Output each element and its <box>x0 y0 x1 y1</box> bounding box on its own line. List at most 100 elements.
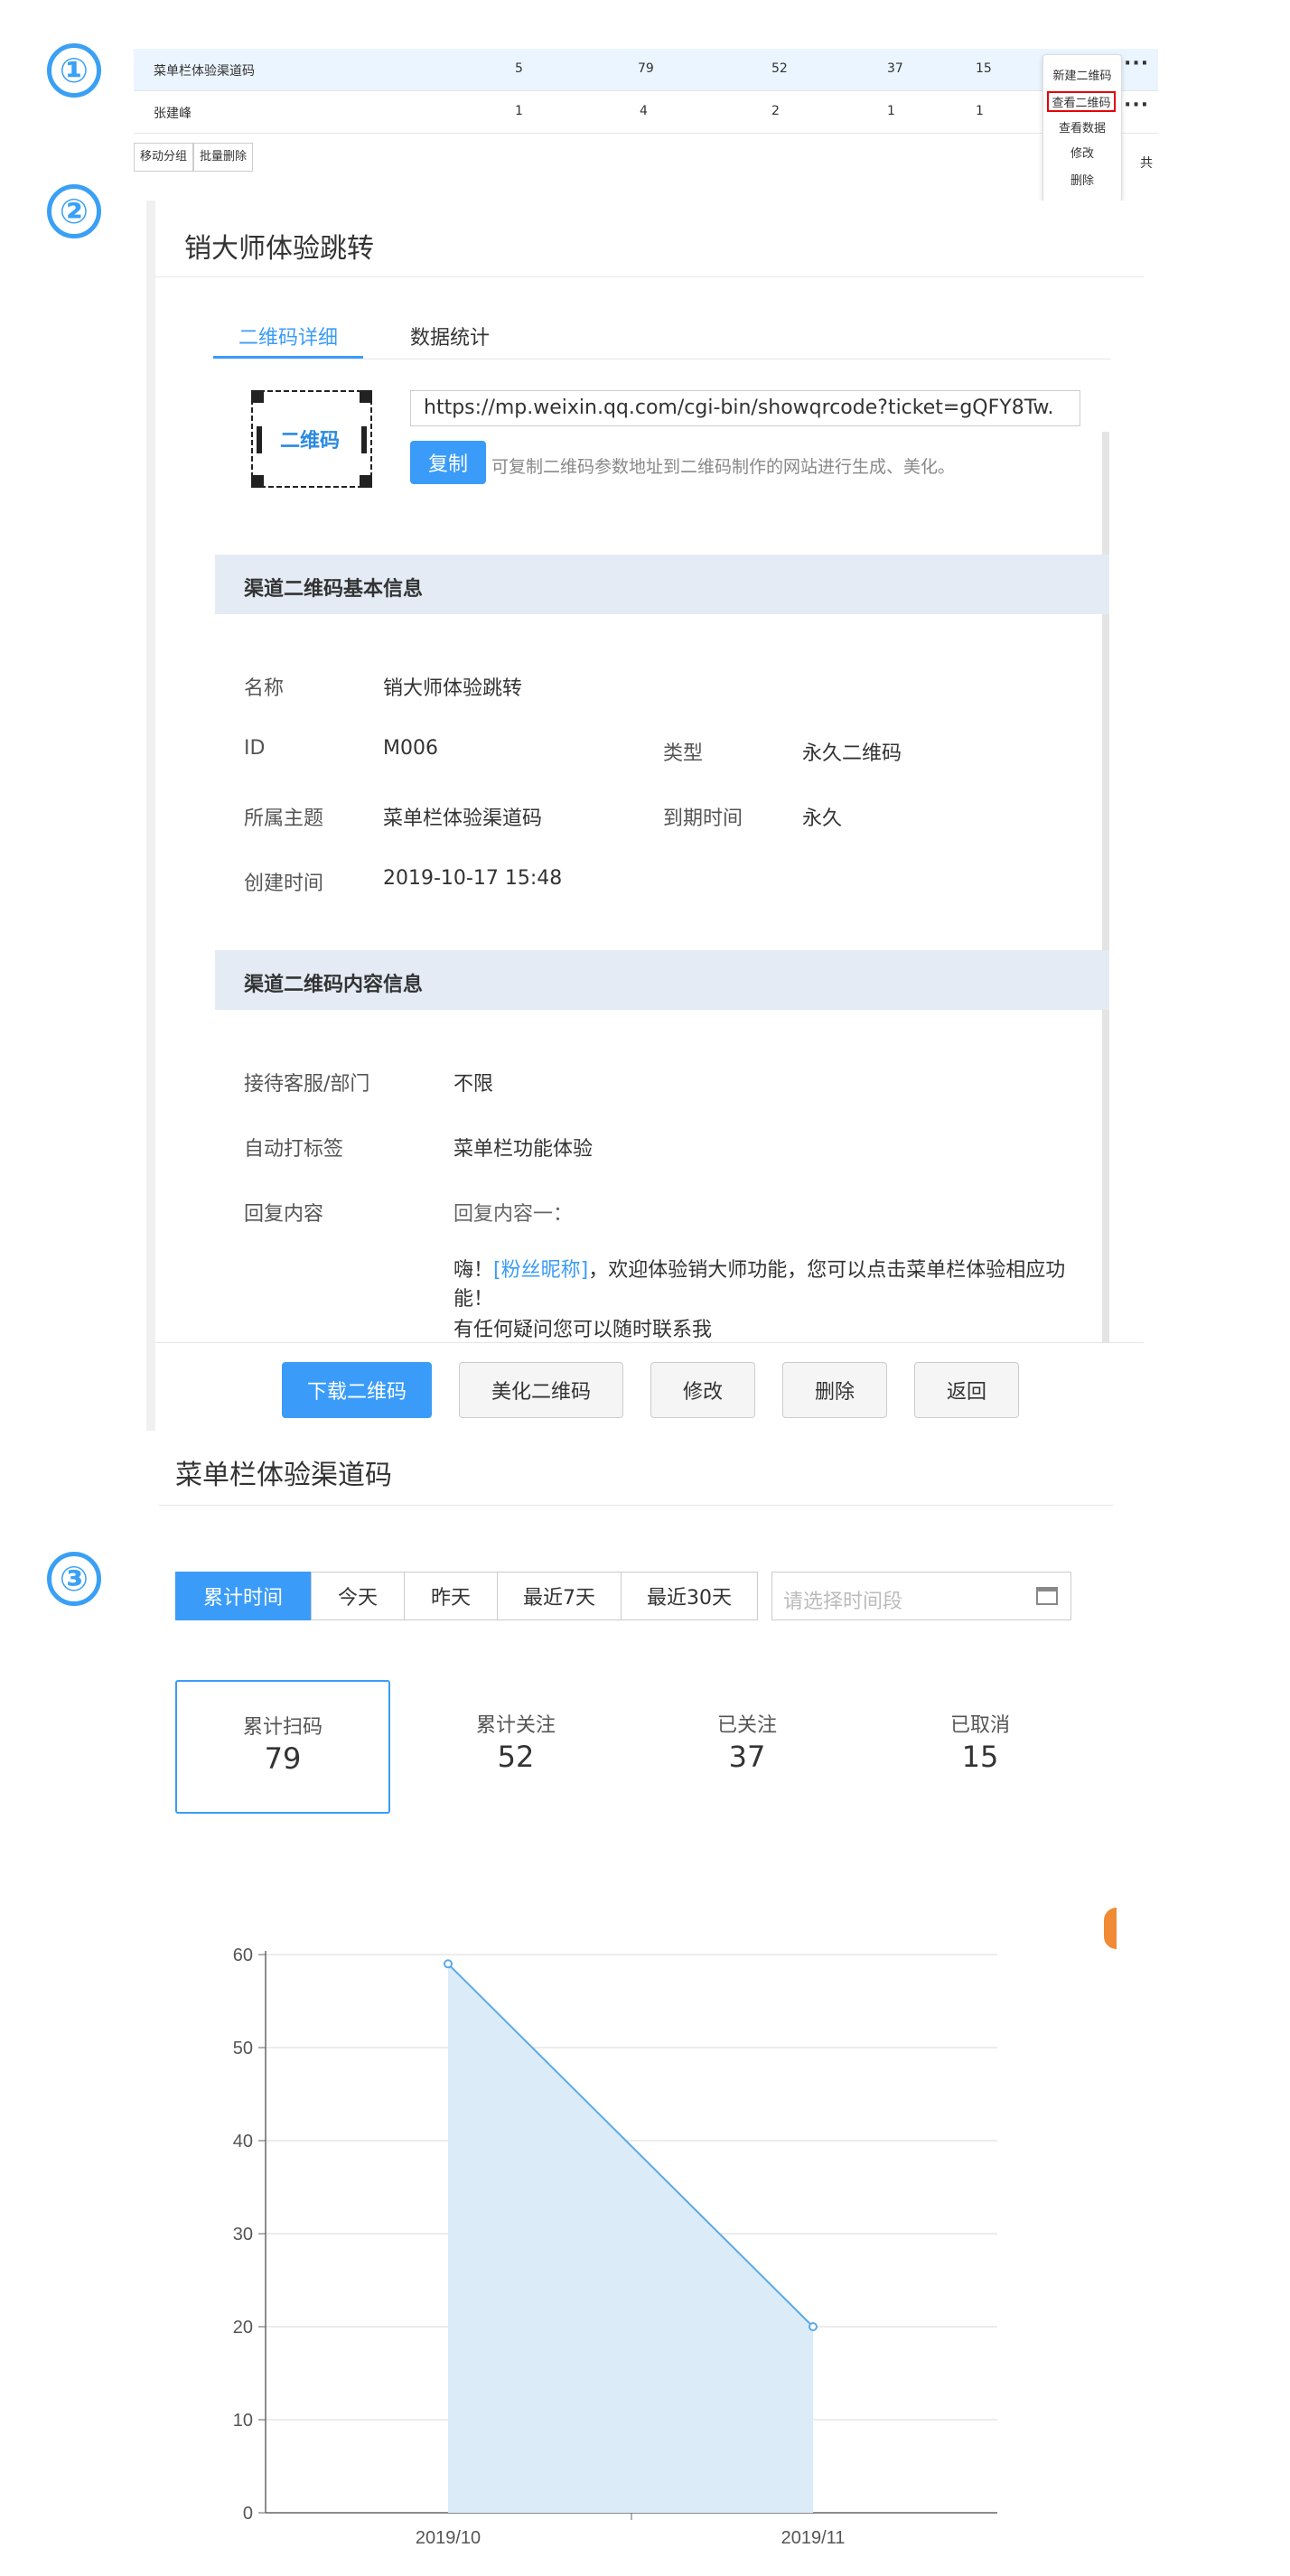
range-7-days[interactable]: 最近7天 <box>497 1572 622 1620</box>
stat-label: 累计关注 <box>475 1714 556 1737</box>
row-cell: 15 <box>976 61 992 76</box>
edit-button[interactable]: 修改 <box>650 1362 755 1418</box>
reply-body: ，欢迎体验销大师功能，您可以点击菜单栏体验相应功 <box>588 1259 1066 1282</box>
content-info-header-text: 渠道二维码内容信息 <box>244 974 424 996</box>
topic-value: 菜单栏体验渠道码 <box>383 807 543 830</box>
ellipsis-icon[interactable]: ··· <box>1124 52 1149 75</box>
step-3-number: ③ <box>59 1559 89 1599</box>
pagination-total-text: 共 <box>1140 156 1153 171</box>
id-label: ID <box>244 737 266 760</box>
floating-widget[interactable] <box>1104 1908 1117 1949</box>
row-cell: 1 <box>515 104 523 118</box>
basic-info-header: 渠道二维码基本信息 <box>215 555 1109 614</box>
name-value: 销大师体验跳转 <box>383 677 523 700</box>
type-label: 类型 <box>663 742 704 765</box>
y-tick-label: 0 <box>243 2504 253 2524</box>
y-tick-label: 10 <box>233 2411 253 2431</box>
range-yesterday[interactable]: 昨天 <box>404 1572 498 1620</box>
x-tick-label: 2019/11 <box>781 2528 846 2548</box>
reply-text-line3: 有任何疑问您可以随时联系我 <box>453 1319 713 1341</box>
auto-tag-label: 自动打标签 <box>244 1138 344 1161</box>
page-title: 销大师体验跳转 <box>184 233 374 265</box>
stat-label: 已取消 <box>949 1714 1010 1737</box>
y-tick-label: 60 <box>233 1946 253 1965</box>
delete-button[interactable]: 删除 <box>782 1362 887 1418</box>
y-tick-label: 50 <box>233 2039 253 2058</box>
stat-value: 52 <box>497 1740 535 1774</box>
stat-card-cancelled[interactable]: 已取消 15 <box>873 1680 1088 1814</box>
date-range-picker[interactable]: 请选择时间段 <box>771 1572 1071 1620</box>
reply-title: 回复内容一： <box>453 1203 574 1226</box>
menu-item-edit[interactable]: 修改 <box>1043 144 1121 161</box>
agent-label: 接待客服/部门 <box>244 1073 370 1096</box>
y-tick-label: 40 <box>233 2132 253 2151</box>
menu-item-view-qr[interactable]: 查看二维码 <box>1047 91 1116 112</box>
range-cumulative[interactable]: 累计时间 <box>175 1572 311 1620</box>
ellipsis-icon[interactable]: ··· <box>1124 94 1149 117</box>
row-actions-dropdown: 新建二维码 查看二维码 查看数据 修改 删除 <box>1042 54 1122 202</box>
topic-label: 所属主题 <box>244 807 324 830</box>
row-cell: 79 <box>638 61 654 76</box>
row-cell: 1 <box>887 104 895 118</box>
reply-greeting: 嗨！ <box>453 1259 494 1282</box>
stat-card-followed[interactable]: 已关注 37 <box>640 1680 855 1814</box>
reply-text-line2: 能！ <box>453 1288 494 1311</box>
menu-item-new-qr[interactable]: 新建二维码 <box>1043 66 1121 83</box>
step-3-marker: ③ <box>47 1552 101 1606</box>
table-row[interactable]: 张建峰 1 4 2 1 1 <box>134 90 1158 134</box>
name-label: 名称 <box>244 677 285 700</box>
data-point <box>809 2322 818 2331</box>
basic-info-header-text: 渠道二维码基本信息 <box>244 578 424 601</box>
stats-title: 菜单栏体验渠道码 <box>175 1460 392 1491</box>
download-qr-button[interactable]: 下载二维码 <box>282 1362 432 1418</box>
stat-value: 79 <box>264 1741 302 1776</box>
reply-text-line1: 嗨！[粉丝昵称]，欢迎体验销大师功能，您可以点击菜单栏体验相应功 <box>453 1254 1086 1283</box>
step-2-marker: ② <box>47 184 101 238</box>
row-cell: 2 <box>771 104 780 118</box>
step-2-number: ② <box>59 191 89 231</box>
beautify-qr-button[interactable]: 美化二维码 <box>459 1362 623 1418</box>
stat-value: 37 <box>728 1740 766 1774</box>
fan-nickname-link[interactable]: [粉丝昵称] <box>493 1259 588 1282</box>
back-button[interactable]: 返回 <box>914 1362 1019 1418</box>
agent-value: 不限 <box>453 1073 494 1096</box>
content-info-header: 渠道二维码内容信息 <box>215 950 1109 1010</box>
row-cell: 5 <box>515 61 523 76</box>
row-cell: 37 <box>887 61 903 76</box>
table-row[interactable]: 菜单栏体验渠道码 5 79 52 37 15 <box>134 49 1158 90</box>
reply-label: 回复内容 <box>244 1203 324 1226</box>
row-name: 菜单栏体验渠道码 <box>154 64 255 79</box>
copy-button[interactable]: 复制 <box>410 441 486 484</box>
move-group-button[interactable]: 移动分组 <box>134 143 194 172</box>
created-label: 创建时间 <box>244 873 324 895</box>
x-tick-label: 2019/10 <box>416 2528 481 2548</box>
date-range-placeholder: 请选择时间段 <box>783 1591 903 1613</box>
qr-label: 二维码 <box>280 430 341 453</box>
title-divider <box>155 276 1144 277</box>
y-tick-label: 30 <box>233 2225 253 2245</box>
id-value: M006 <box>383 737 438 760</box>
batch-delete-button[interactable]: 批量删除 <box>193 143 254 172</box>
calendar-icon[interactable] <box>1036 1587 1058 1605</box>
menu-item-view-data[interactable]: 查看数据 <box>1043 118 1121 135</box>
tab-qr-detail[interactable]: 二维码详细 <box>238 322 338 350</box>
row-cell: 1 <box>976 104 984 118</box>
expire-value: 永久 <box>802 807 843 830</box>
created-value: 2019-10-17 15:48 <box>383 867 563 890</box>
qr-url-field[interactable]: https://mp.weixin.qq.com/cgi-bin/showqrc… <box>410 390 1080 426</box>
copy-hint: 可复制二维码参数地址到二维码制作的网站进行生成、美化。 <box>491 457 956 477</box>
step-1-number: ① <box>59 51 89 90</box>
auto-tag-value: 菜单栏功能体验 <box>453 1138 594 1161</box>
panel-left-edge <box>146 201 155 1431</box>
stat-card-follows[interactable]: 累计关注 52 <box>408 1680 623 1814</box>
menu-item-delete[interactable]: 删除 <box>1043 171 1121 188</box>
y-tick-label: 20 <box>233 2318 253 2338</box>
stat-card-scans[interactable]: 累计扫码 79 <box>175 1680 390 1814</box>
area-fill <box>448 1964 813 2513</box>
range-30-days[interactable]: 最近30天 <box>621 1572 758 1620</box>
range-today[interactable]: 今天 <box>311 1572 405 1620</box>
data-point <box>444 1959 453 1969</box>
tab-data-stats[interactable]: 数据统计 <box>410 322 490 350</box>
row-name: 张建峰 <box>154 107 192 121</box>
row-cell: 4 <box>640 104 648 118</box>
